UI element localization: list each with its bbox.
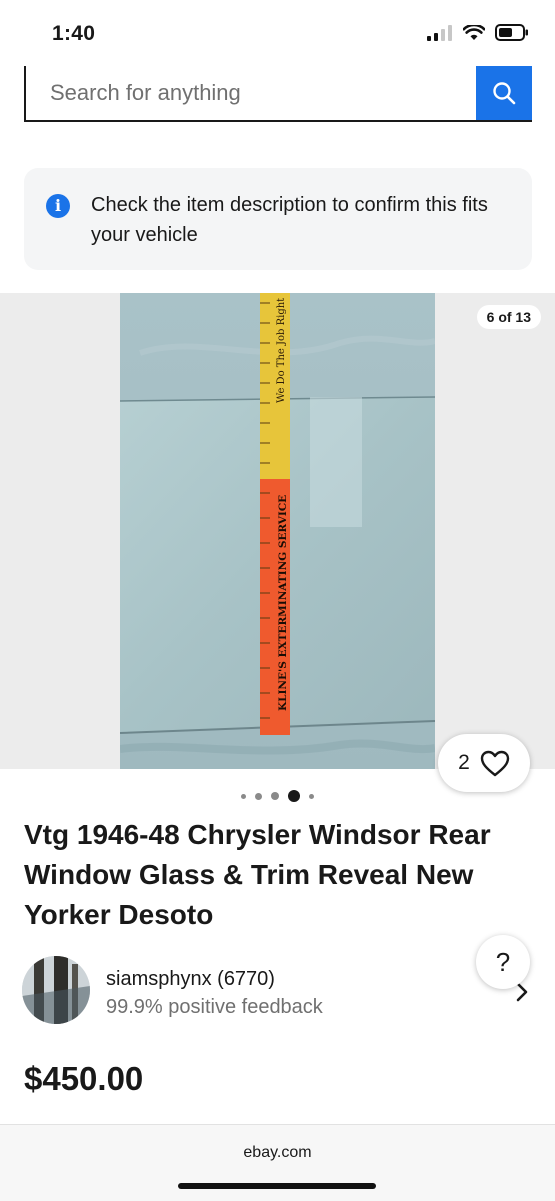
chevron-right-icon[interactable] bbox=[516, 982, 528, 1002]
ruler-text-top: We Do The Job Right bbox=[276, 298, 287, 403]
info-icon: i bbox=[46, 194, 70, 218]
watch-count: 2 bbox=[458, 751, 470, 774]
wifi-icon bbox=[463, 24, 485, 40]
carousel-dot-active[interactable] bbox=[288, 790, 300, 802]
carousel-dot[interactable] bbox=[255, 792, 262, 800]
help-button[interactable]: ? bbox=[476, 935, 530, 989]
avatar bbox=[22, 956, 90, 1024]
listing-title: Vtg 1946-48 Chrysler Windsor Rear Window… bbox=[24, 819, 491, 930]
notice-text: Check the item description to confirm th… bbox=[91, 194, 488, 246]
search-icon bbox=[493, 82, 516, 105]
carousel-dot[interactable] bbox=[241, 793, 246, 799]
image-gallery[interactable]: We Do The Job Right KLINE'S EXTERMINATIN… bbox=[0, 293, 555, 769]
seller-row[interactable]: siamsphynx (6770) 99.9% positive feedbac… bbox=[22, 956, 532, 1028]
status-icons bbox=[427, 24, 529, 41]
price: $450.00 bbox=[24, 1060, 144, 1097]
cellular-signal-icon bbox=[427, 24, 452, 41]
window-glass-photo: We Do The Job Right KLINE'S EXTERMINATIN… bbox=[120, 293, 435, 769]
carousel-dot[interactable] bbox=[271, 792, 279, 800]
carousel-dot[interactable] bbox=[309, 793, 314, 799]
status-time: 1:40 bbox=[52, 22, 96, 45]
browser-bar: ebay.com bbox=[0, 1124, 555, 1201]
heart-icon bbox=[480, 750, 510, 776]
seller-name[interactable]: siamsphynx (6770) bbox=[106, 968, 275, 991]
search-input[interactable] bbox=[26, 66, 478, 120]
battery-icon bbox=[495, 24, 528, 41]
carousel-dots[interactable] bbox=[0, 790, 555, 802]
search-button[interactable] bbox=[476, 66, 532, 120]
image-counter: 6 of 13 bbox=[476, 305, 541, 329]
ruler-text-bottom: KLINE'S EXTERMINATING SERVICE bbox=[277, 495, 289, 711]
item-photo[interactable]: We Do The Job Right KLINE'S EXTERMINATIN… bbox=[120, 293, 435, 769]
seller-feedback: 99.9% positive feedback bbox=[106, 996, 323, 1018]
status-bar: 1:40 bbox=[0, 0, 555, 64]
watch-button[interactable]: 2 bbox=[438, 734, 530, 792]
search-bar bbox=[24, 66, 532, 122]
home-indicator[interactable] bbox=[178, 1183, 376, 1189]
url-label[interactable]: ebay.com bbox=[0, 1144, 555, 1162]
fitment-notice: i Check the item description to confirm … bbox=[24, 168, 532, 270]
seller-avatar-image bbox=[22, 956, 90, 1024]
